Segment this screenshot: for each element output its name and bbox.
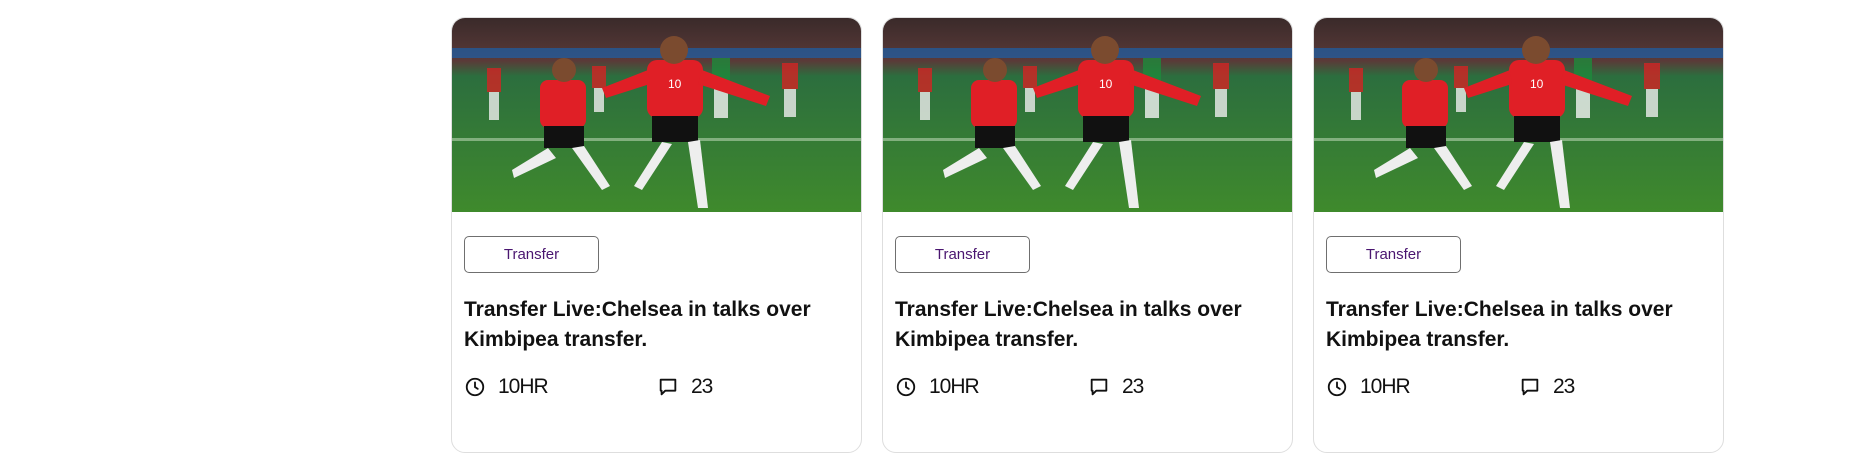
comments-count: 23 xyxy=(1122,375,1144,398)
news-card[interactable]: 10 Transfer Transfer Live:Chelsea in tal… xyxy=(1313,17,1724,453)
category-tag-button[interactable]: Transfer xyxy=(895,236,1030,273)
news-card-image[interactable]: 10 xyxy=(1314,18,1724,212)
time-meta: 10HR xyxy=(464,375,657,399)
comments-count: 23 xyxy=(691,375,713,398)
svg-text:10: 10 xyxy=(1099,77,1113,91)
comment-icon[interactable] xyxy=(657,376,679,398)
news-card-meta: 10HR 23 xyxy=(1326,373,1711,401)
news-card-body: Transfer Transfer Live:Chelsea in talks … xyxy=(1314,212,1723,401)
time-text: 10HR xyxy=(498,375,549,398)
comments-count: 23 xyxy=(1553,375,1575,398)
news-card-title[interactable]: Transfer Live:Chelsea in talks over Kimb… xyxy=(1326,295,1696,355)
news-card-body: Transfer Transfer Live:Chelsea in talks … xyxy=(452,212,861,401)
time-meta: 10HR xyxy=(895,375,1088,399)
news-card-body: Transfer Transfer Live:Chelsea in talks … xyxy=(883,212,1292,401)
clock-icon xyxy=(896,377,916,397)
clock-icon xyxy=(465,377,485,397)
time-text: 10HR xyxy=(929,375,980,398)
category-tag-button[interactable]: Transfer xyxy=(1326,236,1461,273)
news-card-meta: 10HR 23 xyxy=(464,373,849,401)
clock-icon xyxy=(1327,377,1347,397)
news-cards-row: 10 Transfer Transfer Live:Chelsea in tal… xyxy=(451,17,1724,453)
news-card[interactable]: 10 Transfer Transfer Live:Chelsea in tal… xyxy=(451,17,862,453)
news-card-meta: 10HR 23 xyxy=(895,373,1280,401)
news-card-title[interactable]: Transfer Live:Chelsea in talks over Kimb… xyxy=(895,295,1265,355)
news-card[interactable]: 10 Transfer Transfer Live:Chelsea in tal… xyxy=(882,17,1293,453)
category-tag-button[interactable]: Transfer xyxy=(464,236,599,273)
comments-meta[interactable]: 23 xyxy=(1519,375,1575,399)
svg-text:10: 10 xyxy=(1530,77,1544,91)
comments-meta[interactable]: 23 xyxy=(657,375,713,399)
comment-icon[interactable] xyxy=(1088,376,1110,398)
news-card-image[interactable]: 10 xyxy=(883,18,1293,212)
news-card-title[interactable]: Transfer Live:Chelsea in talks over Kimb… xyxy=(464,295,834,355)
news-card-image[interactable]: 10 xyxy=(452,18,862,212)
time-text: 10HR xyxy=(1360,375,1411,398)
comments-meta[interactable]: 23 xyxy=(1088,375,1144,399)
time-meta: 10HR xyxy=(1326,375,1519,399)
svg-text:10: 10 xyxy=(668,77,682,91)
comment-icon[interactable] xyxy=(1519,376,1541,398)
